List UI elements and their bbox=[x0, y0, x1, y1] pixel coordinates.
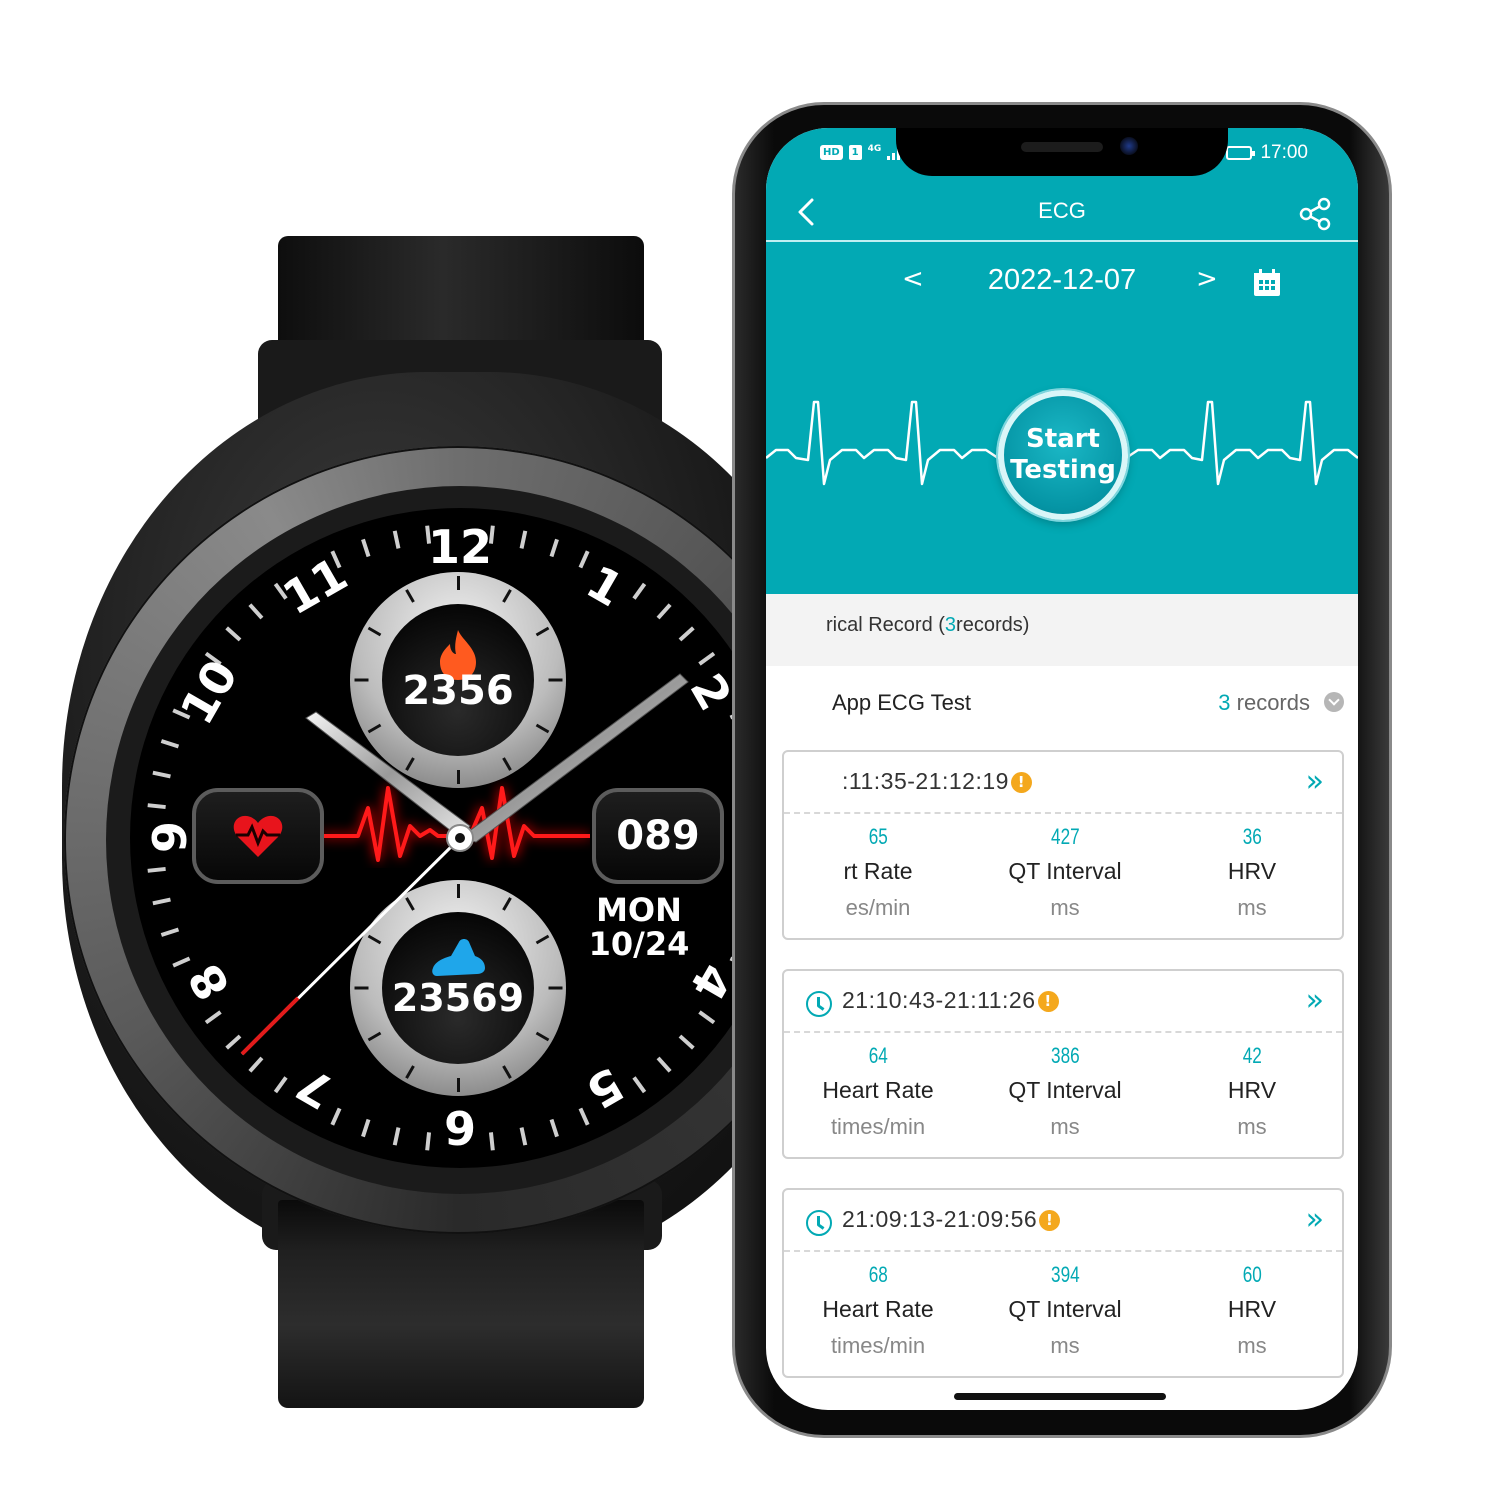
date-navigator: < 2022-12-07 > bbox=[766, 256, 1358, 310]
record-card[interactable]: 21:09:13-21:09:56! » 68 Heart Rate times… bbox=[782, 1188, 1344, 1378]
metric-value: 394 bbox=[1050, 1262, 1080, 1287]
history-suffix: records) bbox=[956, 614, 1030, 636]
metric-value: 42 bbox=[1242, 1043, 1262, 1068]
record-card[interactable]: 21:10:43-21:11:26! » 64 Heart Rate times… bbox=[782, 969, 1344, 1159]
record-group-count-number: 3 bbox=[1218, 690, 1231, 715]
ecg-header-area: HD 1 4G 17:00 ECG < 2022-12-07 > Start T… bbox=[766, 128, 1358, 594]
metric-unit: es/min bbox=[845, 895, 911, 920]
metric-name: QT Interval bbox=[1008, 858, 1122, 884]
metric-name: rt Rate bbox=[843, 858, 913, 884]
record-time-text: :11:35-21:12:19 bbox=[842, 768, 1009, 794]
metric-unit: ms bbox=[1237, 1333, 1267, 1358]
record-card-header: :11:35-21:12:19! » bbox=[784, 752, 1342, 814]
history-count: 3 bbox=[944, 614, 957, 636]
start-testing-line2: Testing bbox=[1010, 455, 1116, 485]
status-right: 17:00 bbox=[1226, 142, 1308, 164]
clock-icon bbox=[806, 1210, 832, 1236]
metric-name: HRV bbox=[1227, 1077, 1277, 1103]
historical-record-header: rical Record (3records) bbox=[766, 594, 1358, 666]
watch-dial: 121234567891011 2356 23569 bbox=[130, 508, 790, 1168]
nav-bar: ECG bbox=[766, 184, 1358, 242]
metric-unit: times/min bbox=[830, 1114, 926, 1139]
metric-name: QT Interval bbox=[1008, 1296, 1122, 1322]
metric-value: 36 bbox=[1242, 824, 1262, 849]
warning-icon[interactable]: ! bbox=[1039, 1210, 1061, 1231]
double-chevron-right-icon[interactable]: » bbox=[1306, 764, 1324, 799]
start-testing-line1: Start bbox=[1026, 424, 1100, 455]
sim-badge: 1 bbox=[848, 144, 862, 160]
record-time-text: 21:10:43-21:11:26 bbox=[842, 987, 1036, 1013]
record-time-range: :11:35-21:12:19! bbox=[842, 768, 1032, 795]
metric-name: Heart Rate bbox=[822, 1296, 934, 1322]
metric-qt-interval: 427 QT Interval ms bbox=[975, 824, 1155, 921]
metric-unit: ms bbox=[1050, 895, 1080, 920]
record-group-count-suffix: records bbox=[1230, 690, 1310, 715]
minute-hand bbox=[458, 673, 689, 843]
metric-unit: ms bbox=[1050, 1333, 1080, 1358]
record-time-range: 21:09:13-21:09:56! bbox=[842, 1206, 1061, 1233]
watch-hands bbox=[240, 673, 689, 1056]
metric-unit: ms bbox=[1237, 1114, 1267, 1139]
record-card-header: 21:10:43-21:11:26! » bbox=[784, 971, 1342, 1033]
metric-name: HRV bbox=[1227, 858, 1277, 884]
next-date-button[interactable]: > bbox=[1196, 264, 1218, 294]
metric-unit: times/min bbox=[830, 1333, 926, 1358]
chevron-down-icon[interactable] bbox=[1324, 692, 1344, 712]
metric-heart-rate: 68 Heart Rate times/min bbox=[788, 1262, 968, 1359]
phone-notch bbox=[896, 128, 1228, 176]
metric-hrv: 36 HRV ms bbox=[1162, 824, 1342, 921]
calendar-icon[interactable] bbox=[1252, 268, 1282, 298]
metric-hrv: 42 HRV ms bbox=[1162, 1043, 1342, 1140]
metric-name: HRV bbox=[1227, 1296, 1277, 1322]
speaker-grille bbox=[1021, 142, 1103, 152]
metric-heart-rate: 65 rt Rate es/min bbox=[788, 824, 968, 921]
record-group-count: 3 records bbox=[1218, 690, 1310, 716]
record-time-text: 21:09:13-21:09:56 bbox=[842, 1206, 1038, 1232]
metric-value: 64 bbox=[868, 1043, 888, 1068]
page-title: ECG bbox=[1038, 198, 1086, 223]
historical-record-label: rical Record (3records) bbox=[826, 614, 1029, 637]
network-label: 4G bbox=[867, 144, 882, 154]
metric-name: QT Interval bbox=[1008, 1077, 1122, 1103]
start-testing-button[interactable]: Start Testing bbox=[998, 390, 1128, 520]
status-time: 17:00 bbox=[1260, 142, 1308, 163]
metric-qt-interval: 386 QT Interval ms bbox=[975, 1043, 1155, 1140]
status-left: HD 1 4G bbox=[820, 144, 906, 160]
metric-value: 65 bbox=[868, 824, 888, 849]
double-chevron-right-icon[interactable]: » bbox=[1306, 1202, 1324, 1237]
front-camera bbox=[1120, 137, 1138, 155]
hd-badge: HD bbox=[820, 144, 843, 160]
metric-value: 427 bbox=[1050, 824, 1080, 849]
clock-icon bbox=[806, 991, 832, 1017]
battery-icon bbox=[1226, 146, 1256, 160]
warning-icon[interactable]: ! bbox=[1010, 772, 1032, 793]
double-chevron-right-icon[interactable]: » bbox=[1306, 983, 1324, 1018]
metric-heart-rate: 64 Heart Rate times/min bbox=[788, 1043, 968, 1140]
metric-hrv: 60 HRV ms bbox=[1162, 1262, 1342, 1359]
metric-value: 60 bbox=[1242, 1262, 1262, 1287]
record-time-range: 21:10:43-21:11:26! bbox=[842, 987, 1059, 1014]
metric-name: Heart Rate bbox=[822, 1077, 934, 1103]
phone-screen: HD 1 4G 17:00 ECG < 2022-12-07 > Start T… bbox=[766, 128, 1358, 1410]
record-card[interactable]: :11:35-21:12:19! » 65 rt Rate es/min 427… bbox=[782, 750, 1344, 940]
share-icon[interactable] bbox=[1296, 194, 1336, 234]
metric-unit: ms bbox=[1237, 895, 1267, 920]
record-card-header: 21:09:13-21:09:56! » bbox=[784, 1190, 1342, 1252]
record-group-app-ecg[interactable]: App ECG Test 3 records bbox=[766, 672, 1358, 732]
home-indicator[interactable] bbox=[954, 1393, 1166, 1400]
history-prefix: rical Record ( bbox=[826, 614, 945, 636]
record-group-title: App ECG Test bbox=[832, 690, 971, 715]
metric-unit: ms bbox=[1050, 1114, 1080, 1139]
warning-icon[interactable]: ! bbox=[1037, 991, 1059, 1012]
metric-qt-interval: 394 QT Interval ms bbox=[975, 1262, 1155, 1359]
metric-value: 68 bbox=[868, 1262, 888, 1287]
metric-value: 386 bbox=[1050, 1043, 1080, 1068]
hour-hand bbox=[305, 711, 471, 839]
